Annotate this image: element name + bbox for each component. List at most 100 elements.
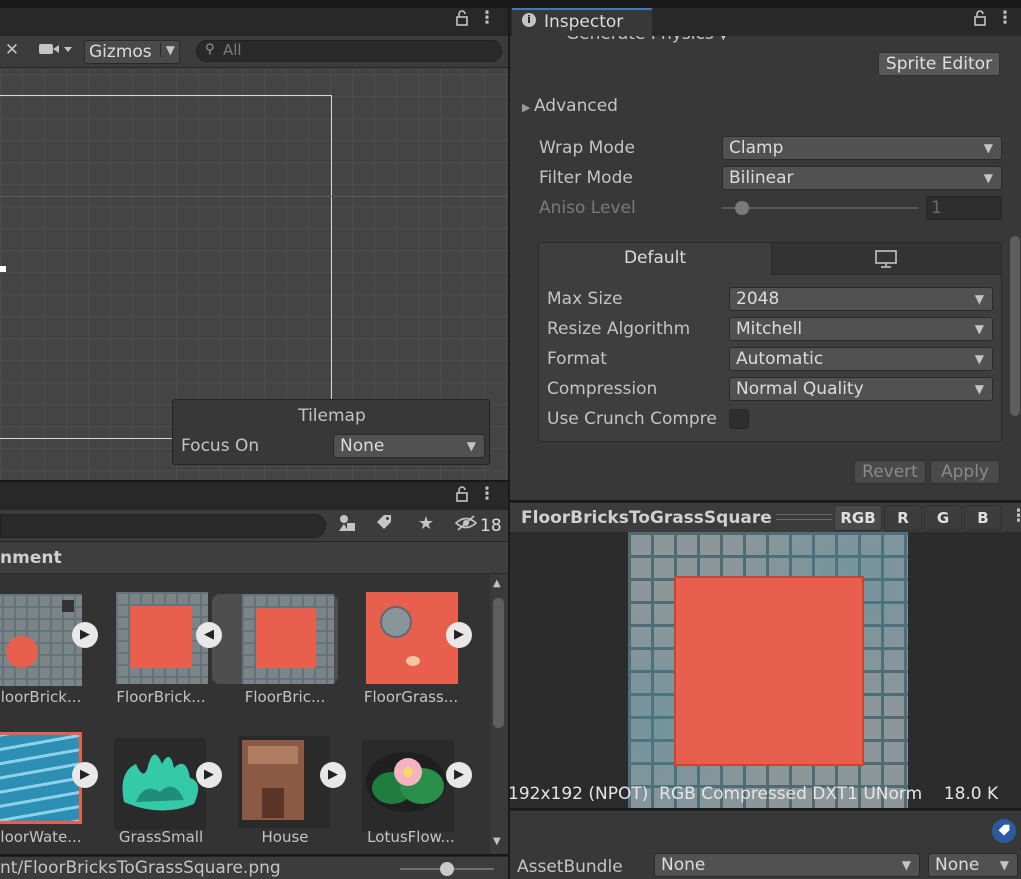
panel-divider[interactable] [508,8,510,879]
chevron-down-icon: ▼ [974,292,984,306]
asset-thumbnail[interactable] [238,736,330,828]
filter-mode-label: Filter Mode [539,168,633,188]
revert-button[interactable]: Revert [854,460,926,484]
aniso-level-label: Aniso Level [539,198,636,218]
asset-thumbnail[interactable] [362,740,454,832]
asset-label: FloorBrick... [116,688,206,706]
play-icon[interactable]: ▶ [446,622,472,648]
play-icon[interactable]: ▶ [72,762,98,788]
format-label: Format [547,349,607,369]
camera-bounds-frame [0,95,332,439]
lock-icon[interactable] [452,486,472,508]
play-icon[interactable]: ▶ [72,622,98,648]
compression-dropdown[interactable]: Normal Quality ▼ [729,377,993,401]
asset-label: loorWate... [0,828,82,846]
focus-on-dropdown[interactable]: None ▼ [333,434,485,458]
asset-thumbnail[interactable] [116,592,208,684]
resize-algorithm-dropdown[interactable]: Mitchell ▼ [729,317,993,341]
kebab-menu-icon[interactable]: ⋮ [478,8,496,32]
play-icon[interactable]: ▶ [196,762,222,788]
pivot-handle[interactable] [0,266,6,272]
aniso-level-slider-track [722,207,918,209]
inspector-scrollbar[interactable] [1010,236,1020,416]
chevron-down-icon: ▼ [159,43,175,57]
folder-title: nment [0,548,62,568]
assetbundle-dropdown[interactable]: None ▼ [654,853,920,877]
asset-label: FloorBric... [244,688,326,706]
play-icon[interactable]: ▶ [320,762,346,788]
asset-thumbnail[interactable] [0,732,82,824]
caret-right-icon: ▶ [522,101,534,114]
monitor-icon [875,250,897,268]
play-icon[interactable]: ▶ [446,762,472,788]
channel-b-button[interactable]: B [964,505,1002,531]
project-path-bar: nt/FloorBricksToGrassSquare.png [0,856,508,879]
format-dropdown[interactable]: Automatic ▼ [729,347,993,371]
scene-search-field[interactable]: ⚲ All [196,40,502,62]
resize-algorithm-label: Resize Algorithm [547,319,691,339]
asset-thumbnail[interactable] [0,594,82,686]
kebab-menu-icon[interactable]: ⋮ [1010,506,1021,526]
chevron-down-icon: ▼ [983,141,993,155]
project-search-field[interactable] [0,514,326,538]
tools-icon[interactable]: ✕ [0,40,24,64]
max-size-label: Max Size [547,289,623,309]
platform-tab-standalone[interactable] [771,243,1001,275]
use-crunch-checkbox[interactable] [729,409,749,429]
asset-thumbnail[interactable] [366,592,458,684]
scene-tab-bar [0,8,508,36]
filter-by-type-icon[interactable] [334,514,362,538]
generate-physics-label: Generate Physics ▼ [566,36,728,44]
kebab-menu-icon[interactable]: ⋮ [478,484,496,508]
kebab-menu-icon[interactable]: ⋮ [996,8,1014,32]
aniso-level-field: 1 [926,196,1002,220]
camera-icon[interactable] [34,40,76,64]
inspector-tab[interactable]: i Inspector [512,8,652,36]
play-icon[interactable]: ◀ [196,622,222,648]
channel-r-button[interactable]: R [884,505,922,531]
gizmos-label: Gizmos [89,42,152,62]
star-icon[interactable]: ★ [412,513,440,537]
asset-label: FloorGrass... [363,688,459,706]
wrap-mode-dropdown[interactable]: Clamp ▼ [722,136,1002,160]
tag-icon[interactable] [992,819,1016,843]
chevron-down-icon: ▼ [999,858,1009,872]
sprite-editor-button[interactable]: Sprite Editor [878,52,1000,76]
max-size-value: 2048 [736,289,780,309]
chevron-down-icon: ▼ [901,858,911,872]
asset-label: House [261,828,309,846]
resize-algorithm-value: Mitchell [736,319,803,339]
focus-on-label: Focus On [181,436,260,456]
channel-rgb-button[interactable]: RGB [834,505,882,531]
asset-label: LotusFlow... [367,828,455,846]
asset-thumbnail[interactable] [114,738,206,830]
platform-tab-default[interactable]: Default [539,243,771,275]
lock-icon[interactable] [452,10,472,32]
assetbundle-variant-dropdown[interactable]: None ▼ [928,853,1018,877]
apply-button[interactable]: Apply [930,460,1000,484]
scrollbar-thumb[interactable] [493,598,504,728]
aniso-level-slider-handle [734,201,749,215]
info-icon: i [522,13,536,27]
gizmos-button[interactable]: Gizmos ▼ [84,40,180,64]
compression-label: Compression [547,379,658,399]
chevron-down-icon: ▼ [974,322,984,336]
channel-g-button[interactable]: G [924,505,962,531]
red-square [674,576,864,766]
hidden-packages-icon[interactable] [452,514,480,538]
label-tag-icon[interactable] [370,514,398,538]
use-crunch-label: Use Crunch Compre [547,409,717,429]
filter-mode-dropdown[interactable]: Bilinear ▼ [722,166,1002,190]
project-folder-header: nment [0,542,508,574]
project-tab-bar [0,482,508,510]
asset-label: loorBrick... [0,688,82,706]
chevron-down-icon: ▼ [983,171,993,185]
preview-drag-handle[interactable] [776,514,832,520]
asset-selected-frame[interactable] [212,594,338,684]
lock-icon[interactable] [970,10,990,32]
wrap-mode-label: Wrap Mode [539,138,635,158]
project-scrollbar[interactable]: ▲ ▼ [490,574,508,854]
slider-handle[interactable] [440,862,454,876]
max-size-dropdown[interactable]: 2048 ▼ [729,287,993,311]
advanced-foldout[interactable]: ▶ Advanced [522,96,618,116]
